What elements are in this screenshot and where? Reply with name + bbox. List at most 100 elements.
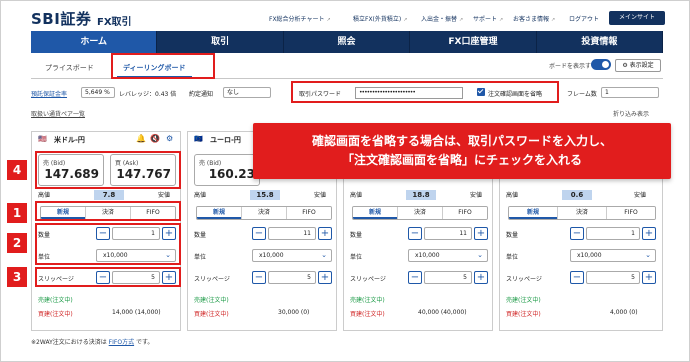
step-badge-1: 1 xyxy=(7,203,27,223)
margin-amount: 4,000 (0) xyxy=(610,309,638,316)
step-badge-4: 4 xyxy=(7,160,27,180)
deposit-link[interactable]: 入出金・振替 ↗ xyxy=(421,14,463,23)
slippage-input[interactable]: 5 xyxy=(268,271,316,284)
nav-trade[interactable]: 取引 xyxy=(157,31,284,53)
customer-info-link[interactable]: お客さま情報 ↗ xyxy=(513,14,555,23)
tab-fifo[interactable]: FIFO xyxy=(607,207,655,219)
qty-minus-button[interactable]: − xyxy=(252,227,266,240)
tab-price-board[interactable]: プライスボード xyxy=(45,57,94,79)
qty-minus-button[interactable]: − xyxy=(408,227,422,240)
external-link-icon: ↗ xyxy=(499,17,504,23)
external-link-icon: ↗ xyxy=(551,17,556,23)
tab-settle[interactable]: 決済 xyxy=(558,207,607,219)
bell-icon[interactable]: 🔔 xyxy=(136,134,146,143)
tab-new-order[interactable]: 新規 xyxy=(509,207,558,219)
highlight-frame xyxy=(35,151,181,189)
app-window: SBI証券 FX取引 FX総合分析チャート ↗ 積立FX(外貨積立) ↗ 入出金・振… xyxy=(0,0,690,362)
long-position-label: 買建(注文中) xyxy=(38,311,73,318)
frame-count-select[interactable]: 1 xyxy=(601,87,659,98)
short-position-label: 売建(注文中) xyxy=(38,297,73,304)
qty-plus-button[interactable]: + xyxy=(318,227,332,240)
slippage-label: スリッページ xyxy=(350,276,386,283)
qty-plus-button[interactable]: + xyxy=(642,227,656,240)
skip-confirm-label: 注文確認画面を省略 xyxy=(488,91,543,98)
tab-fifo[interactable]: FIFO xyxy=(443,207,487,219)
slip-plus-button[interactable]: + xyxy=(642,271,656,284)
margin-amount: 30,000 (0) xyxy=(278,309,310,316)
pair-list-link[interactable]: 取扱い通貨ペア一覧 xyxy=(31,109,85,118)
order-type-tabs: 新規 決済 FIFO xyxy=(508,206,656,220)
spread-row: 高値 18.8 安値 xyxy=(350,190,483,200)
bid-button[interactable]: 売 (Bid) 160.23 xyxy=(194,154,260,186)
callout-line-1: 確認画面を省略する場合は、取引パスワードを入力し、 xyxy=(311,134,612,148)
nav-info[interactable]: 投資情報 xyxy=(537,31,664,53)
slip-plus-button[interactable]: + xyxy=(474,271,488,284)
long-position-label: 買建(注文中) xyxy=(350,311,385,318)
slip-minus-button[interactable]: − xyxy=(408,271,422,284)
spread-row: 高値 15.8 安値 xyxy=(194,190,327,200)
nav-home[interactable]: ホーム xyxy=(31,31,158,53)
step-badge-3: 3 xyxy=(7,267,27,287)
support-link[interactable]: サポート ↗ xyxy=(473,14,503,23)
qty-input[interactable]: 1 xyxy=(586,227,640,240)
savings-fx-link[interactable]: 積立FX(外貨積立) ↗ xyxy=(353,14,407,23)
unit-label: 単位 xyxy=(194,254,207,261)
slippage-input[interactable]: 5 xyxy=(586,271,640,284)
qty-input[interactable]: 11 xyxy=(268,227,316,240)
qty-label: 数量 xyxy=(194,232,207,239)
qty-minus-button[interactable]: − xyxy=(570,227,584,240)
trade-password-input[interactable]: •••••••••••••••••••••• xyxy=(355,87,463,99)
highlight-frame xyxy=(35,201,181,221)
instruction-callout: 確認画面を省略する場合は、取引パスワードを入力し、 「注文確認画面を省略」にチェ… xyxy=(253,123,671,179)
tab-fifo[interactable]: FIFO xyxy=(287,207,331,219)
notice-label: 約定通知 xyxy=(189,91,214,98)
tab-settle[interactable]: 決済 xyxy=(242,207,287,219)
mute-icon[interactable]: 🔇 xyxy=(150,134,160,143)
nav-inquiry[interactable]: 照会 xyxy=(284,31,411,53)
highlight-frame xyxy=(35,267,181,287)
slippage-label: スリッページ xyxy=(506,276,542,283)
unit-select[interactable]: x10,000 ⌄ xyxy=(570,249,656,262)
tab-new-order[interactable]: 新規 xyxy=(197,207,242,219)
skip-confirm-checkbox[interactable] xyxy=(477,88,485,96)
tab-settle[interactable]: 決済 xyxy=(398,207,443,219)
panel-header: 🇺🇸 米ドル-円 🔔 🔇 ⚙ xyxy=(38,134,174,144)
collapse-link[interactable]: 折り込み表示 xyxy=(613,109,649,118)
margin-rate-value: 5,649 % xyxy=(81,87,115,98)
chevron-down-icon: ⌄ xyxy=(645,251,651,259)
highlight-frame xyxy=(35,223,181,265)
long-position-label: 買建(注文中) xyxy=(506,311,541,318)
unit-select[interactable]: x10,000 ⌄ xyxy=(252,249,332,262)
slippage-input[interactable]: 5 xyxy=(424,271,472,284)
gear-icon[interactable]: ⚙ xyxy=(166,134,173,143)
qty-label: 数量 xyxy=(506,232,519,239)
spread-row: 高値 0.6 安値 xyxy=(506,190,647,200)
unit-select[interactable]: x10,000 ⌄ xyxy=(408,249,488,262)
logout-link[interactable]: ログアウト xyxy=(569,14,599,23)
board-toggle-switch[interactable] xyxy=(591,59,611,70)
slip-plus-button[interactable]: + xyxy=(318,271,332,284)
qty-plus-button[interactable]: + xyxy=(474,227,488,240)
display-settings-button[interactable]: ⚙ 表示設定 xyxy=(615,59,661,72)
fifo-link[interactable]: FIFO方式 xyxy=(109,339,134,346)
main-nav: ホーム 取引 照会 FX口座管理 投資情報 xyxy=(31,31,664,53)
logo-subtitle: FX取引 xyxy=(97,17,132,28)
spread-value: 15.8 xyxy=(250,190,280,200)
margin-rate-link[interactable]: 預託保証金率 xyxy=(31,89,67,98)
tab-new-order[interactable]: 新規 xyxy=(353,207,398,219)
spread-value: 7.8 xyxy=(94,190,124,200)
callout-line-2: 「注文確認画面を省略」にチェックを入れる xyxy=(341,153,582,167)
logo: SBI証券 xyxy=(31,10,92,28)
main-site-button[interactable]: メインサイト xyxy=(609,11,665,25)
qty-label: 数量 xyxy=(350,232,363,239)
order-type-tabs: 新規 決済 FIFO xyxy=(196,206,332,220)
notice-select[interactable]: なし xyxy=(223,87,271,98)
slip-minus-button[interactable]: − xyxy=(570,271,584,284)
qty-input[interactable]: 11 xyxy=(424,227,472,240)
nav-account[interactable]: FX口座管理 xyxy=(410,31,537,53)
unit-label: 単位 xyxy=(506,254,519,261)
external-link-icon: ↗ xyxy=(459,17,464,23)
chart-link[interactable]: FX総合分析チャート ↗ xyxy=(269,14,331,23)
slip-minus-button[interactable]: − xyxy=(252,271,266,284)
frame-count-label: フレーム数 xyxy=(567,91,597,98)
